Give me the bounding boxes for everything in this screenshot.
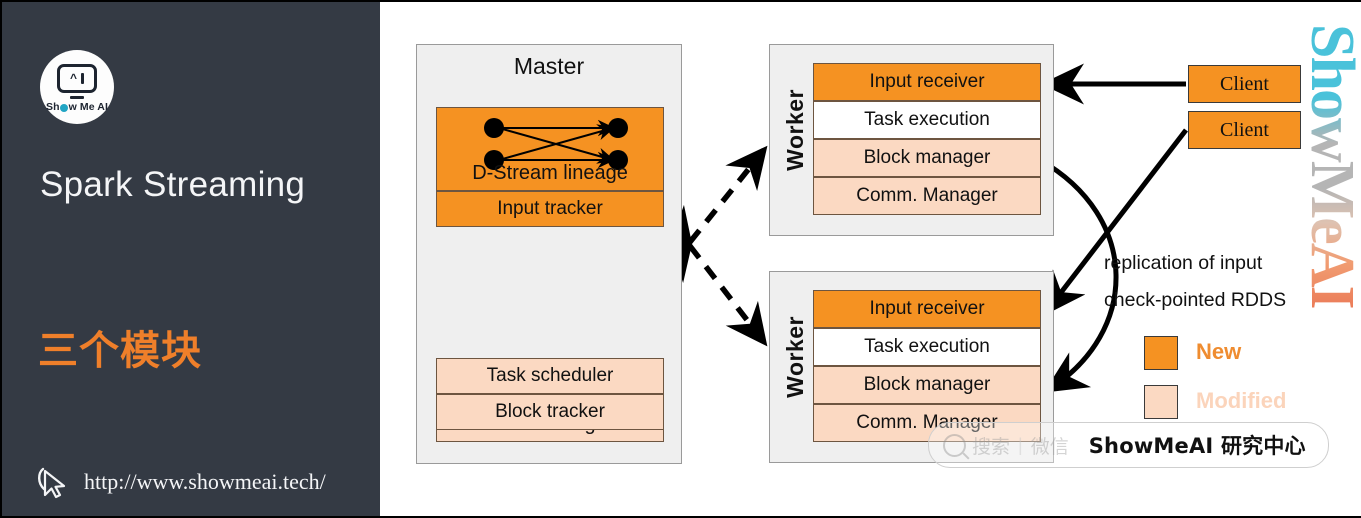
master-row-label: Block tracker: [495, 401, 605, 422]
worker-row-label: Input receiver: [869, 298, 985, 319]
legend-swatch-new: [1144, 336, 1178, 370]
master-row-block-tracker: Block tracker: [436, 394, 664, 430]
worker2-row-block-manager: Block manager: [813, 366, 1041, 404]
worker1-row-task-execution: Task execution: [813, 101, 1041, 139]
worker1-row-block-manager: Block manager: [813, 139, 1041, 177]
client-label: Client: [1220, 118, 1269, 141]
annotation-check-pointed-rdds: check-pointed RDDS: [1104, 289, 1287, 311]
master-row-label: Task scheduler: [486, 365, 614, 386]
edge-client2-worker2: [1042, 128, 1188, 316]
worker1-row-input-receiver: Input receiver: [813, 63, 1041, 101]
screenshot-root: ^ Sh w Me AI Spark Streaming 三个模块 http:/…: [0, 0, 1361, 518]
worker-row-label: Input receiver: [869, 71, 985, 92]
edge-master-worker1: [651, 145, 768, 284]
page-subtitle: 三个模块: [38, 328, 202, 374]
diagram-canvas: Master D-Stream lineage Input tracker Ta…: [380, 2, 1361, 516]
page-title: Spark Streaming: [40, 165, 306, 204]
wechat-brand-text: ShowMeAI 研究中心: [1088, 434, 1306, 458]
worker1-row-comm-manager: Comm. Manager: [813, 177, 1041, 215]
wechat-search-badge[interactable]: 搜索 | 微信 ShowMeAI 研究中心: [928, 422, 1329, 468]
wechat-search-group: 搜索 | 微信: [943, 432, 1069, 459]
annotation-replication-of-input: replication of input: [1104, 252, 1263, 274]
legend-swatch-modified: [1144, 385, 1178, 419]
legend-label-new: New: [1196, 339, 1242, 364]
logo-word-left: Sh: [45, 100, 60, 113]
worker-row-label: Comm. Manager: [856, 185, 998, 206]
magnifier-icon: [943, 433, 966, 457]
site-url-text: http://www.showmeai.tech/: [84, 469, 326, 494]
dstream-lineage-box: D-Stream lineage: [436, 107, 664, 191]
logo-wordmark: Sh w Me AI: [46, 101, 108, 113]
client-label: Client: [1220, 72, 1269, 95]
worker-row-label: Task execution: [864, 336, 990, 357]
edge-master-worker2: [651, 204, 768, 347]
worker-label-2: Worker: [782, 316, 808, 398]
worker2-row-input-receiver: Input receiver: [813, 290, 1041, 328]
logo-caret: ^: [69, 71, 77, 85]
site-url-row[interactable]: http://www.showmeai.tech/: [36, 464, 326, 500]
vertical-watermark: ShowMeAI: [1296, 24, 1361, 308]
logo-bar: [81, 72, 84, 84]
worker2-row-task-execution: Task execution: [813, 328, 1041, 366]
client-box-2[interactable]: Client: [1188, 111, 1301, 149]
logo-word-right: w Me AI: [68, 100, 109, 113]
master-row-task-scheduler: Task scheduler: [436, 358, 664, 394]
wechat-separator: |: [1018, 434, 1023, 455]
sidebar: ^ Sh w Me AI Spark Streaming 三个模块 http:/…: [2, 2, 380, 516]
logo-face: ^: [57, 63, 97, 93]
master-watermark: ShowMeAI: [457, 479, 572, 504]
legend-label-modified: Modified: [1196, 388, 1287, 413]
master-row-input-tracker: Input tracker: [436, 191, 664, 227]
wechat-search-text: 搜索: [972, 435, 1011, 458]
logo-dot-icon: [60, 103, 69, 112]
master-panel: Master D-Stream lineage Input tracker Ta…: [416, 44, 682, 504]
master-title: Master: [513, 53, 585, 79]
worker-row-label: Block manager: [863, 147, 991, 168]
client-box-1[interactable]: Client: [1188, 65, 1301, 103]
worker-label-1: Worker: [782, 89, 808, 171]
master-row-label: Input tracker: [497, 198, 603, 219]
wechat-channel-text: 微信: [1030, 435, 1069, 458]
showmeai-logo-icon: ^ Sh w Me AI: [40, 50, 114, 124]
worker-row-label: Block manager: [863, 374, 991, 395]
cursor-arrow-icon: [37, 467, 66, 499]
worker-row-label: Task execution: [864, 109, 990, 130]
logo-neck: [70, 95, 84, 99]
dstream-lineage-caption: D-Stream lineage: [472, 162, 628, 184]
worker-panel-1: Worker Input receiver Task execution Blo…: [769, 44, 1054, 236]
